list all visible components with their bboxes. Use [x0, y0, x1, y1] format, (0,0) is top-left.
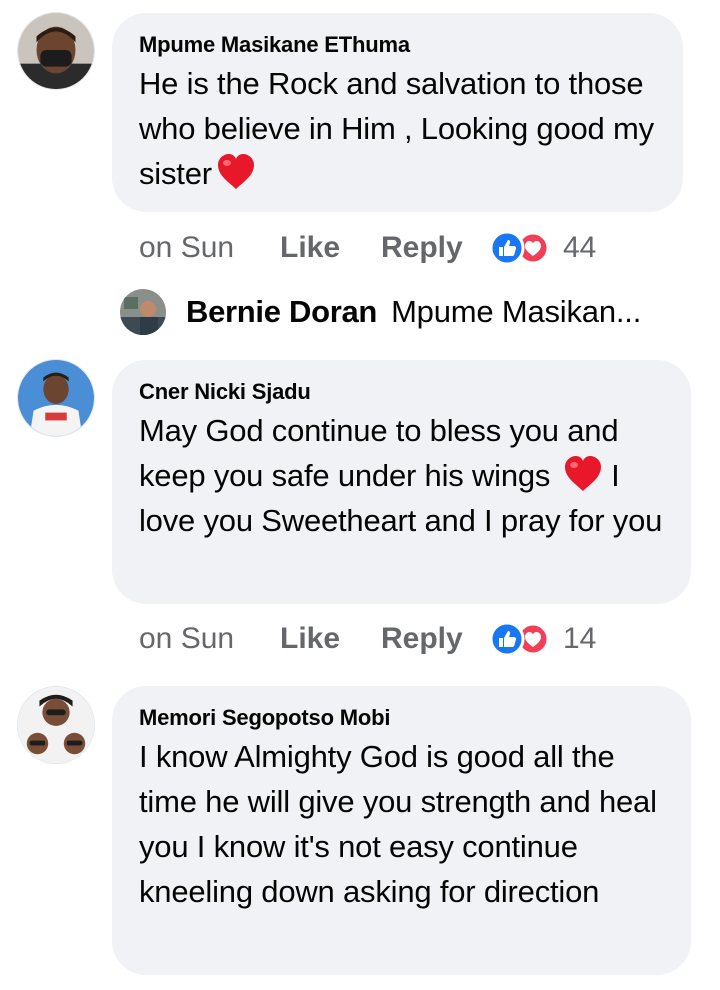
comment-text: He is the Rock and salvation to those wh…: [139, 66, 654, 191]
like-button[interactable]: Like: [280, 231, 381, 265]
like-love-reaction-icon: [489, 621, 550, 657]
view-reply-link[interactable]: Bernie Doran Mpume Masikan...: [120, 286, 690, 338]
avatar[interactable]: [17, 12, 95, 90]
red-heart-emoji-icon: [564, 456, 601, 491]
comment-bubble: Memori Segopotso Mobi I know Almighty Go…: [112, 686, 691, 975]
comment-time[interactable]: on Sun: [139, 231, 280, 265]
reaction-count: 14: [563, 622, 597, 655]
comment-actions: on Sun Like Reply 14: [139, 617, 596, 661]
reply-snippet: Mpume Masikan...: [391, 294, 642, 329]
like-love-reaction-icon: [489, 230, 550, 266]
comment-author[interactable]: Cner Nicki Sjadu: [139, 378, 665, 406]
comment-author[interactable]: Mpume Masikane EThuma: [139, 31, 657, 59]
reaction-summary[interactable]: 44: [489, 230, 596, 266]
comment-text: May God continue to bless you and keep y…: [139, 413, 663, 538]
like-button[interactable]: Like: [280, 622, 381, 656]
avatar[interactable]: [17, 686, 95, 764]
reply-button[interactable]: Reply: [381, 231, 489, 265]
comment-author[interactable]: Memori Segopotso Mobi: [139, 704, 665, 732]
comment-time[interactable]: on Sun: [139, 622, 280, 656]
comment-actions: on Sun Like Reply 44: [139, 226, 596, 270]
comment-bubble: Cner Nicki Sjadu May God continue to ble…: [112, 360, 691, 604]
reply-author[interactable]: Bernie Doran: [186, 294, 377, 330]
red-heart-emoji-icon: [217, 154, 254, 189]
avatar[interactable]: [17, 359, 95, 437]
reply-avatar: [120, 289, 166, 335]
reaction-count: 44: [563, 231, 597, 264]
comment-text: I know Almighty God is good all the time…: [139, 739, 657, 909]
comment-bubble: Mpume Masikane EThuma He is the Rock and…: [112, 13, 683, 212]
reaction-summary[interactable]: 14: [489, 621, 596, 657]
reply-button[interactable]: Reply: [381, 622, 489, 656]
